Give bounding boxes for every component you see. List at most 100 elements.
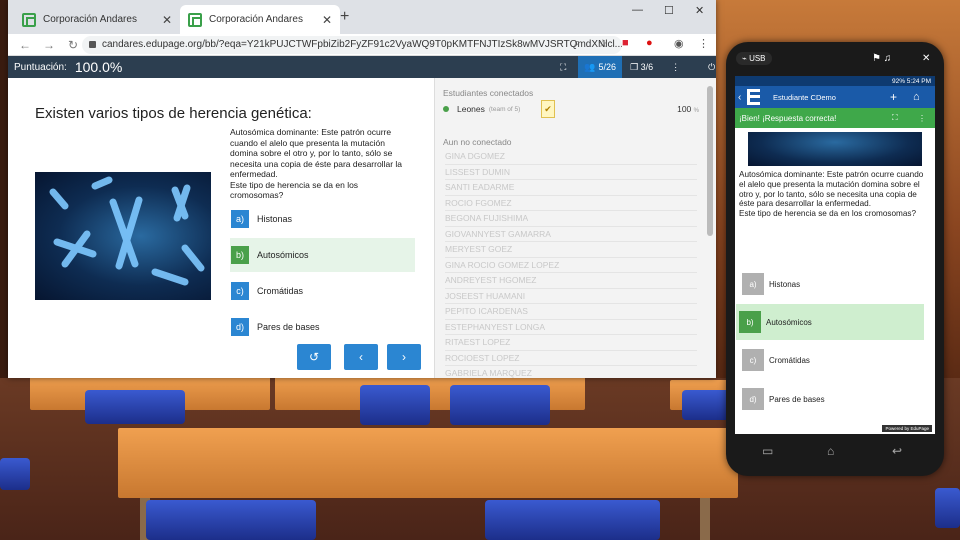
student-row[interactable]: LISSEST DUMIN — [445, 165, 697, 180]
phone-app-bar: ‹ Estudiante CDemo + ⌂ — [735, 86, 935, 108]
student-row[interactable]: ROCIOEST LOPEZ — [445, 351, 697, 366]
back-arrow-icon[interactable]: ‹ — [738, 92, 741, 103]
student-row[interactable]: BEGONA FUJISHIMA — [445, 211, 697, 227]
home-icon[interactable]: ⌂ — [913, 91, 920, 103]
phone-answer-a[interactable]: a) Histonas — [739, 266, 925, 302]
edupage-favicon-icon — [22, 12, 36, 27]
back-icon[interactable]: ← — [18, 38, 32, 52]
answer-c[interactable]: c) Cromátidas — [230, 274, 406, 308]
student-row[interactable]: GABRIELA MARQUEZ — [445, 366, 697, 378]
tab-title: Corporación Andares — [209, 14, 303, 25]
question-title: Existen varios tipos de herencia genétic… — [35, 105, 312, 122]
score-value: 100.0% — [74, 59, 123, 75]
close-tab-icon[interactable]: ✕ — [162, 13, 172, 27]
question-text: Autosómica dominante: Este patrón ocurre… — [230, 127, 402, 200]
connected-student-row[interactable]: Leones (team of 5) ✔ 100 % — [443, 100, 699, 118]
browser-tab-2[interactable]: Corporación Andares ✕ — [180, 5, 340, 34]
answer-key: d) — [231, 318, 249, 336]
student-row[interactable]: RITAEST LOPEZ — [445, 335, 697, 351]
header-tools: ⛶ 👥 5/26 ❐ 3/6 ⋮ ⏻ — [560, 56, 715, 78]
check-icon: ✔ — [541, 100, 555, 118]
score-label: Puntuación: — [14, 61, 67, 73]
student-row[interactable]: GINA ROCIO GOMEZ LOPEZ — [445, 258, 697, 273]
student-row[interactable]: PEPITO ICARDENAS — [445, 304, 697, 320]
student-row[interactable]: ESTEPHANYEST LONGA — [445, 320, 697, 335]
reload-icon[interactable]: ↻ — [66, 38, 80, 52]
previous-button[interactable]: ‹ — [344, 344, 378, 370]
student-row[interactable]: MERYEST GOEZ — [445, 242, 697, 258]
close-window-icon[interactable]: ✕ — [695, 4, 704, 17]
phone-status-bar: 92% 5:24 PM — [735, 76, 935, 86]
tab-strip: Corporación Andares ✕ Corporación Andare… — [8, 0, 716, 34]
answer-b[interactable]: b) Autosómicos — [230, 238, 415, 272]
student-row[interactable]: ANDREYEST HGOMEZ — [445, 273, 697, 289]
student-row[interactable]: GINA DGOMEZ — [445, 149, 697, 165]
slides-button[interactable]: ❐ 3/6 — [630, 62, 653, 73]
phone-back-icon[interactable]: ↩ — [892, 444, 902, 458]
new-tab-icon[interactable]: + — [340, 8, 349, 26]
more-icon[interactable]: ⋮ — [918, 114, 926, 123]
browser-window: Corporación Andares ✕ Corporación Andare… — [8, 0, 716, 378]
close-overlay-icon[interactable]: ✕ — [922, 53, 930, 64]
phone-answer-c[interactable]: c) Cromátidas — [739, 342, 925, 378]
student-row[interactable]: JOSEEST HUAMANI — [445, 289, 697, 304]
adblock-extension-icon[interactable]: ● — [646, 37, 653, 49]
users-button[interactable]: 👥 5/26 — [578, 56, 623, 78]
edupage-favicon-icon — [188, 12, 202, 27]
forward-icon[interactable]: → — [42, 38, 56, 52]
search-icon[interactable]: ⌕ — [574, 37, 580, 50]
answer-text: Autosómicos — [257, 250, 309, 260]
browser-tab-1[interactable]: Corporación Andares ✕ — [14, 5, 180, 34]
scrollbar[interactable] — [707, 86, 713, 236]
phone-answer-d[interactable]: d) Pares de bases — [739, 381, 925, 417]
next-button[interactable]: › — [387, 344, 421, 370]
student-row[interactable]: GIOVANNYEST GAMARRA — [445, 227, 697, 242]
power-icon[interactable]: ⏻ — [708, 62, 715, 73]
notification-icons: ⚑ ♫ — [872, 53, 892, 64]
reset-button[interactable]: ↺ — [297, 344, 331, 370]
phone-question-text: Autosómica dominante: Este patrón ocurre… — [739, 170, 924, 219]
close-tab-icon[interactable]: ✕ — [322, 13, 332, 27]
connected-heading: Estudiantes conectados — [443, 88, 534, 98]
url-field[interactable]: candares.edupage.org/bb/?eqa=Y21kPUJCTWF… — [82, 36, 622, 54]
phone-answer-b[interactable]: b) Autosómicos — [736, 304, 924, 340]
add-icon[interactable]: + — [890, 90, 897, 104]
answer-text: Pares de bases — [257, 322, 320, 332]
users-icon: 👥 — [584, 61, 596, 72]
url-text: candares.edupage.org/bb/?eqa=Y21kPUJCTWF… — [102, 39, 622, 50]
answer-a[interactable]: a) Histonas — [230, 202, 406, 236]
answer-d[interactable]: d) Pares de bases — [230, 310, 406, 344]
chevron-left-icon: ‹ — [359, 350, 363, 364]
minimize-icon[interactable]: — — [632, 4, 643, 16]
app-header: Puntuación: 100.0% ⛶ 👥 5/26 ❐ 3/6 ⋮ ⏻ — [8, 56, 716, 78]
menu-dots-icon[interactable]: ⋮ — [698, 37, 709, 50]
connected-score: 100 % — [677, 104, 699, 114]
online-dot-icon — [443, 106, 449, 112]
phone-home-icon[interactable]: ⌂ — [827, 444, 834, 458]
bookmark-star-icon[interactable]: ☆ — [598, 37, 608, 50]
pdf-extension-icon[interactable]: ■ — [622, 37, 629, 49]
edupage-logo-icon — [747, 89, 763, 105]
recent-apps-icon[interactable]: ▭ — [762, 444, 773, 458]
chromosome-image — [35, 172, 211, 300]
more-icon[interactable]: ⋮ — [671, 62, 680, 73]
answer-text: Histonas — [257, 214, 293, 224]
usb-icon: ⌁ — [742, 54, 747, 63]
answer-key: b) — [231, 246, 249, 264]
fullscreen-icon[interactable]: ⛶ — [892, 113, 898, 123]
undo-icon: ↺ — [308, 350, 320, 364]
profile-icon[interactable]: ◉ — [674, 37, 684, 50]
powered-by-badge: Powered by EduPage — [882, 425, 932, 432]
users-count: 5/26 — [598, 62, 617, 72]
answer-text: Cromátidas — [257, 286, 304, 296]
students-panel: Estudiantes conectados Leones (team of 5… — [434, 78, 716, 378]
maximize-icon[interactable]: ☐ — [664, 4, 674, 17]
address-bar: ← → ↻ candares.edupage.org/bb/?eqa=Y21kP… — [8, 34, 716, 56]
chevron-right-icon: › — [402, 350, 406, 364]
slides-count: 3/6 — [640, 61, 654, 72]
student-row[interactable]: ROCIO FGOMEZ — [445, 196, 697, 211]
phone-app-name: Estudiante CDemo — [773, 92, 836, 102]
student-row[interactable]: SANTI EADARME — [445, 180, 697, 196]
fullscreen-icon[interactable]: ⛶ — [560, 62, 566, 73]
feedback-text: ¡Bien! ¡Respuesta correcta! — [739, 113, 837, 123]
